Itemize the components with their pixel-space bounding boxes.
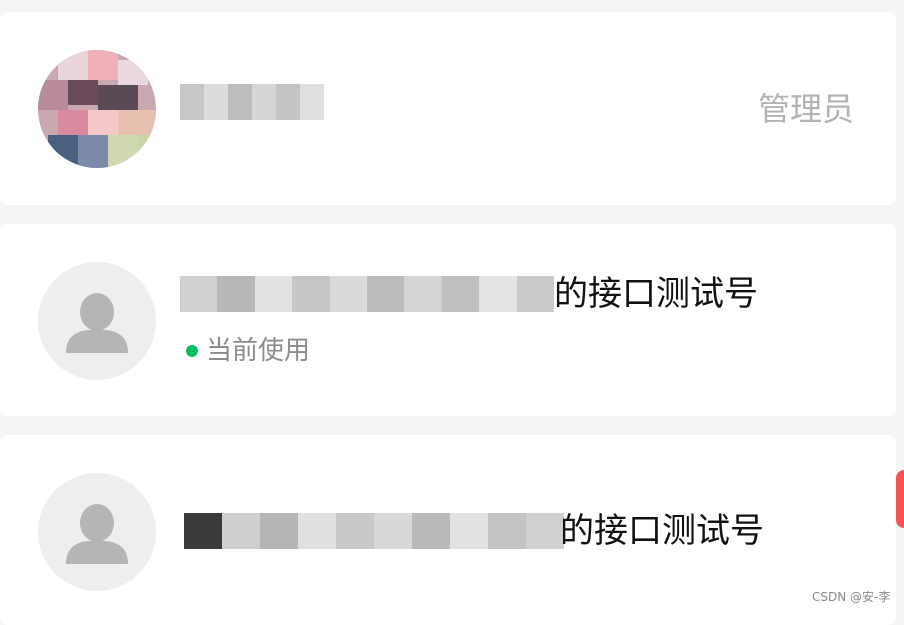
default-avatar (38, 473, 156, 591)
active-dot-icon (186, 345, 198, 357)
account-name-blurred (180, 84, 324, 120)
account-card-other[interactable]: 的接口测试号 (0, 435, 896, 625)
person-silhouette-icon (66, 293, 128, 353)
account-name-blurred (184, 513, 564, 549)
account-card-admin[interactable]: 管理员 (0, 12, 896, 205)
account-name-blurred (180, 276, 555, 312)
role-label: 管理员 (758, 90, 855, 128)
avatar (38, 50, 156, 168)
person-silhouette-icon (66, 504, 128, 564)
account-name-suffix: 的接口测试号 (560, 511, 764, 551)
status-current: 当前使用 (186, 335, 310, 367)
account-card-current[interactable]: 的接口测试号 当前使用 (0, 224, 896, 416)
account-name-suffix: 的接口测试号 (554, 274, 758, 314)
status-label: 当前使用 (206, 336, 311, 366)
watermark: CSDN @安-李 (812, 590, 891, 604)
side-tab[interactable] (896, 470, 904, 528)
default-avatar (38, 262, 156, 380)
